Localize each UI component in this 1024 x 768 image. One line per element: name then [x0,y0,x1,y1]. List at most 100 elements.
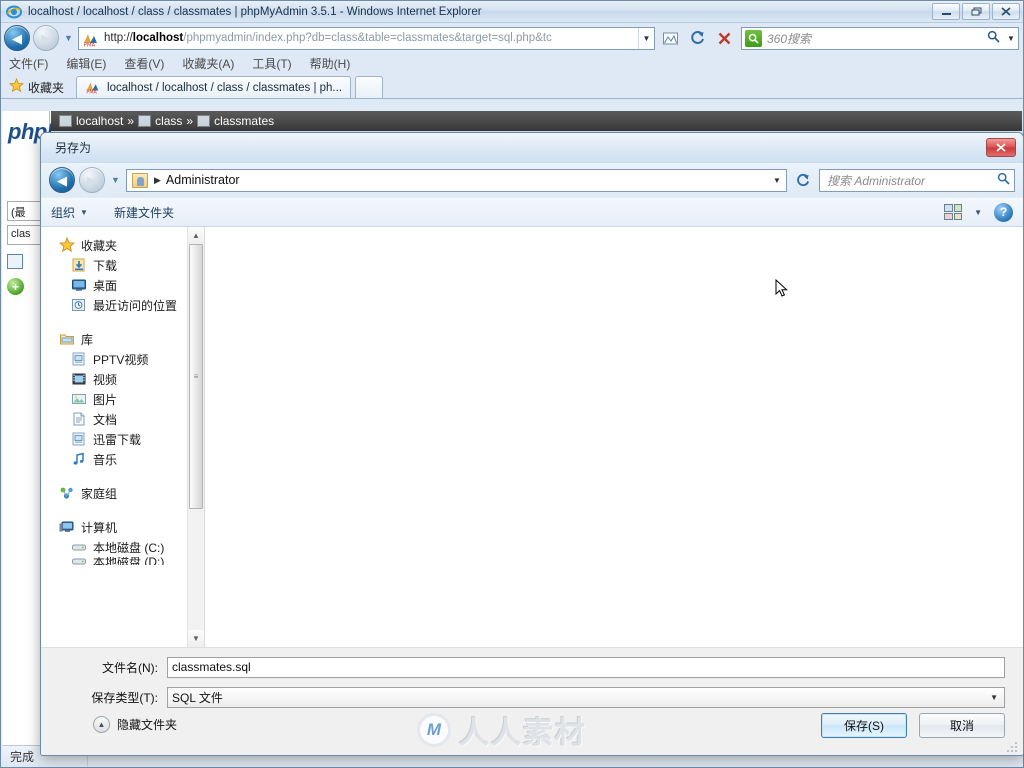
dialog-search-box[interactable]: 搜索 Administrator [819,168,1015,192]
dialog-address-dropdown-icon[interactable]: ▼ [768,176,786,185]
nav-item-libraries[interactable]: 库 [41,329,204,349]
nav-item-pictures[interactable]: 图片 [41,389,204,409]
nav-label: 视频 [93,372,118,387]
star-icon [8,77,25,96]
filename-input[interactable]: classmates.sql [167,656,1005,678]
music-icon [71,451,87,467]
library-icon [59,331,75,347]
refresh-button[interactable] [685,27,709,50]
compatibility-view-button[interactable] [658,27,682,50]
video-library-icon [71,351,87,367]
server-select[interactable]: (最 [7,201,44,221]
file-list-pane[interactable] [204,227,1023,647]
dialog-breadcrumb-current[interactable]: Administrator [166,173,240,187]
plus-icon: + [7,278,24,295]
address-dropdown-icon[interactable]: ▼ [638,27,654,49]
dialog-forward-button[interactable]: ▶ [79,167,105,193]
nav-item-thunder-download[interactable]: 迅雷下载 [41,429,204,449]
browser-search-box[interactable]: 360搜索 ▼ [741,26,1019,50]
dialog-recent-dropdown-icon[interactable]: ▼ [109,175,122,185]
table-icon [7,254,23,269]
dialog-refresh-button[interactable] [791,169,815,192]
window-controls [932,3,1020,20]
new-table-item[interactable]: + [7,278,44,295]
search-go-icon[interactable] [982,30,1004,46]
nav-item-local-disk-c[interactable]: 本地磁盘 (C:) [41,537,204,557]
user-folder-icon [132,172,148,188]
video-icon [71,371,87,387]
menu-item-tools[interactable]: 工具(T) [252,55,291,72]
breadcrumb-database[interactable]: class [155,114,182,128]
dialog-toolbar: 组织 ▼ 新建文件夹 ▼ ? [41,197,1023,227]
dialog-back-button[interactable]: ◀ [49,167,75,193]
filetype-label: 保存类型(T): [91,690,158,705]
browser-tab-active[interactable]: PMA localhost / localhost / class / clas… [76,76,352,98]
database-select[interactable]: clas [7,225,44,245]
dialog-search-input[interactable]: 搜索 Administrator [827,172,992,189]
nav-label: 本地磁盘 (D:) [93,557,165,565]
maximize-restore-button[interactable] [962,3,990,20]
drive-icon [71,539,87,555]
dialog-close-button[interactable] [986,138,1016,157]
minimize-button[interactable] [932,3,960,20]
resize-grip[interactable] [1007,740,1019,752]
nav-item-homegroup[interactable]: 家庭组 [41,483,204,503]
dialog-title: 另存为 [55,141,92,155]
recent-pages-dropdown[interactable]: ▼ [62,33,75,43]
nav-label: 计算机 [81,520,118,535]
back-button[interactable]: ◀ [4,25,30,51]
svg-text:PMA: PMA [83,43,95,48]
change-view-icon[interactable] [944,204,963,220]
dialog-address-bar[interactable]: ▶ Administrator ▼ [126,168,787,192]
nav-item-local-disk-d[interactable]: 本地磁盘 (D:) [41,557,204,565]
menu-item-file[interactable]: 文件(F) [9,55,48,72]
scroll-up-arrow-icon[interactable]: ▲ [188,227,204,244]
favorites-button-label: 收藏夹 [28,80,65,95]
view-dropdown-icon[interactable]: ▼ [974,208,982,217]
breadcrumb-table[interactable]: classmates [214,114,274,128]
scroll-down-arrow-icon[interactable]: ▼ [188,630,204,647]
nav-item-pptv-video[interactable]: PPTV视频 [41,349,204,369]
nav-item-desktop[interactable]: 桌面 [41,275,204,295]
new-tab-button[interactable] [355,76,384,98]
help-icon[interactable]: ? [994,202,1013,222]
cancel-button[interactable]: 取消 [919,713,1005,738]
menu-item-view[interactable]: 查看(V) [124,55,164,72]
nav-item-computer[interactable]: 计算机 [41,517,204,537]
save-button[interactable]: 保存(S) [821,713,907,738]
navigation-scrollbar[interactable]: ▲ ≡ ▼ [187,227,204,647]
filetype-select[interactable]: SQL 文件 ▼ [167,686,1005,708]
breadcrumb-separator-2: » [186,114,194,128]
nav-item-downloads[interactable]: 下载 [41,255,204,275]
desktop-icon [71,277,87,293]
dialog-navigation-row: ◀ ▶ ▼ ▶ Administrator ▼ 搜索 Administrator [41,163,1023,197]
hide-folders-toggle[interactable]: ▲ 隐藏文件夹 [93,716,177,733]
new-folder-button[interactable]: 新建文件夹 [114,204,174,221]
nav-item-documents[interactable]: 文档 [41,409,204,429]
database-icon [138,115,152,127]
dialog-titlebar: 另存为 [41,133,1023,163]
scrollbar-thumb[interactable]: ≡ [189,244,203,509]
stop-button[interactable] [712,27,736,50]
homegroup-icon [59,485,75,501]
nav-item-videos[interactable]: 视频 [41,369,204,389]
breadcrumb-server[interactable]: localhost [76,114,123,128]
download-icon [71,257,87,273]
browser-search-input[interactable]: 360搜索 [767,30,982,47]
favorites-button[interactable]: 收藏夹 [7,76,72,98]
pma-favicon-icon: PMA [81,29,101,47]
filetype-value: SQL 文件 [172,690,223,705]
menu-item-help[interactable]: 帮助(H) [310,55,351,72]
address-bar[interactable]: PMA http://localhost/phpmyadmin/index.ph… [78,26,655,50]
nav-item-favorites[interactable]: 收藏夹 [41,235,204,255]
table-list-item[interactable] [7,254,44,269]
search-dropdown-icon[interactable]: ▼ [1004,34,1018,43]
close-button[interactable] [992,3,1020,20]
menu-item-edit[interactable]: 编辑(E) [66,55,106,72]
forward-button[interactable]: ▶ [33,25,59,51]
nav-item-music[interactable]: 音乐 [41,449,204,469]
menu-item-favorites[interactable]: 收藏夹(A) [182,55,234,72]
nav-item-recent-places[interactable]: 最近访问的位置 [41,295,204,315]
search-icon [992,172,1014,188]
organize-button[interactable]: 组织 ▼ [51,204,88,221]
